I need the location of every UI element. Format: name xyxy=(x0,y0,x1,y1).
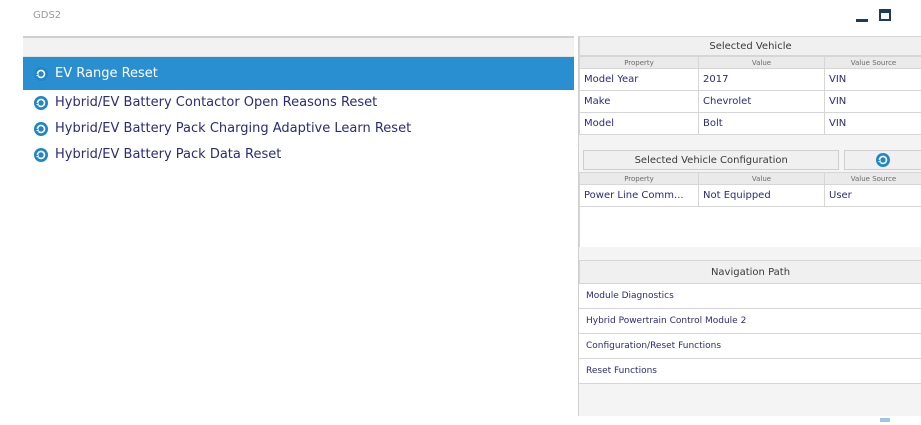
table-cell: Make xyxy=(579,90,699,113)
table-cell: Not Equipped xyxy=(698,184,825,207)
info-panel: Selected Vehicle Property Value Value Sour… xyxy=(578,36,921,416)
column-header[interactable]: Value xyxy=(698,56,825,69)
configuration-table-empty-area xyxy=(579,207,921,247)
table-cell: Bolt xyxy=(698,112,825,135)
column-header[interactable]: Value xyxy=(698,172,825,185)
selected-vehicle-title: Selected Vehicle xyxy=(579,36,921,56)
table-cell: 2017 xyxy=(698,68,825,91)
procedure-icon xyxy=(34,121,48,136)
maximize-button[interactable] xyxy=(876,6,896,26)
procedure-item[interactable]: Hybrid/EV Battery Pack Charging Adaptive… xyxy=(23,116,574,141)
table-row: Model Year 2017 VIN xyxy=(579,68,921,91)
column-header[interactable]: Property xyxy=(579,172,699,185)
procedure-label: Hybrid/EV Battery Pack Data Reset xyxy=(55,147,282,162)
column-header[interactable]: Value Source xyxy=(824,172,921,185)
edit-configuration-button[interactable] xyxy=(844,150,921,170)
navigation-path-item[interactable]: Module Diagnostics xyxy=(579,284,921,309)
minimize-button[interactable] xyxy=(852,6,872,26)
column-header[interactable]: Property xyxy=(579,56,699,69)
table-cell: Model xyxy=(579,112,699,135)
procedure-icon xyxy=(34,95,48,110)
refresh-icon xyxy=(876,153,891,167)
procedure-label: EV Range Reset xyxy=(55,66,158,81)
table-cell: Power Line Comm... xyxy=(579,184,699,207)
navigation-path-list: Module Diagnostics Hybrid Powertrain Cont… xyxy=(579,284,921,384)
table-cell: Chevrolet xyxy=(698,90,825,113)
table-cell: User xyxy=(824,184,921,207)
vehicle-configuration-title: Selected Vehicle Configuration xyxy=(583,150,840,170)
navigation-path-item[interactable]: Reset Functions xyxy=(579,359,921,384)
procedure-panel-header xyxy=(23,38,574,57)
minimize-icon xyxy=(856,19,868,22)
table-row: Model Bolt VIN xyxy=(579,112,921,135)
maximize-icon xyxy=(879,9,891,21)
procedure-list: EV Range Reset Hybrid/EV Battery Contacto… xyxy=(23,57,574,167)
procedure-icon xyxy=(34,147,48,162)
navigation-path-title: Navigation Path xyxy=(579,260,921,284)
vehicle-configuration-table: Property Value Value Source Power Line Com… xyxy=(579,172,921,207)
procedure-item[interactable]: EV Range Reset xyxy=(23,57,574,90)
scroll-indicator xyxy=(880,418,890,422)
procedure-item[interactable]: Hybrid/EV Battery Contactor Open Reasons… xyxy=(23,90,574,115)
procedure-label: Hybrid/EV Battery Pack Charging Adaptive… xyxy=(55,121,412,136)
configuration-header-row: Selected Vehicle Configuration xyxy=(579,148,921,172)
table-cell: Model Year xyxy=(579,68,699,91)
procedure-item[interactable]: Hybrid/EV Battery Pack Data Reset xyxy=(23,142,574,167)
table-cell: VIN xyxy=(824,112,921,135)
procedure-icon xyxy=(34,66,48,81)
table-row: Power Line Comm... Not Equipped User xyxy=(579,184,921,207)
table-cell: VIN xyxy=(824,68,921,91)
table-row: Make Chevrolet VIN xyxy=(579,90,921,113)
table-cell: VIN xyxy=(824,90,921,113)
navigation-path-item[interactable]: Hybrid Powertrain Control Module 2 xyxy=(579,309,921,334)
title-bar: GDS2 xyxy=(0,0,921,32)
procedure-panel: EV Range Reset Hybrid/EV Battery Contacto… xyxy=(23,36,574,414)
app-title: GDS2 xyxy=(33,10,62,21)
procedure-label: Hybrid/EV Battery Contactor Open Reasons… xyxy=(55,95,378,110)
navigation-path-item[interactable]: Configuration/Reset Functions xyxy=(579,334,921,359)
column-header[interactable]: Value Source xyxy=(824,56,921,69)
selected-vehicle-table: Property Value Value Source Model Year 2017… xyxy=(579,56,921,135)
